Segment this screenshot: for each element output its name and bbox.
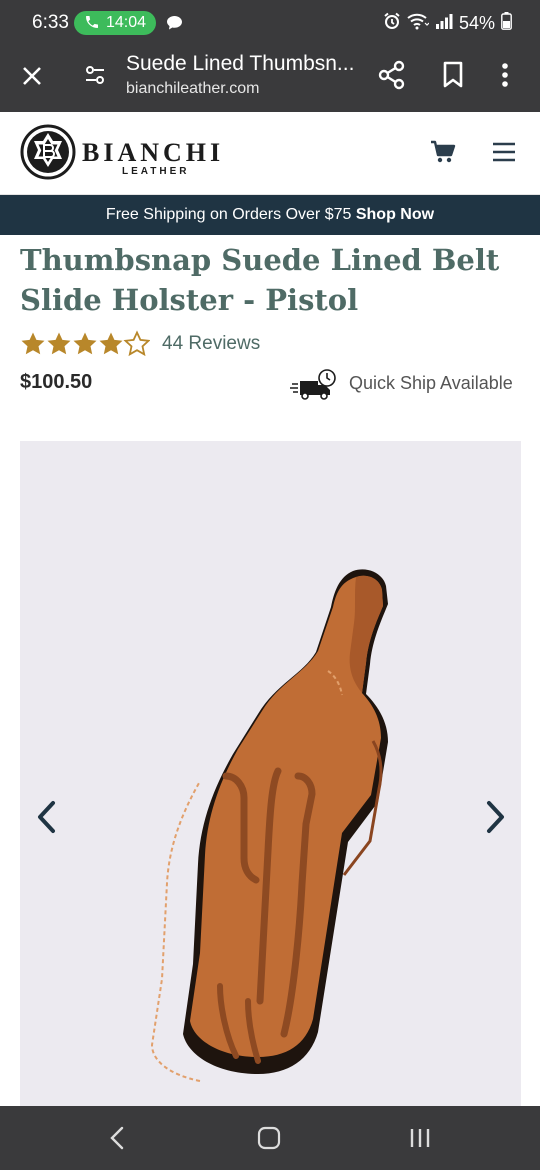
recent-apps-icon[interactable] — [408, 1128, 432, 1153]
star-icon — [21, 332, 45, 355]
quick-ship-truck-icon — [290, 368, 340, 407]
product-title: Thumbsnap Suede Lined Belt Slide Holster… — [20, 243, 500, 317]
holster-photo — [128, 561, 418, 1106]
status-bar: 6:33 14:04 54% — [0, 0, 540, 44]
signal-icon — [435, 13, 453, 34]
star-rating[interactable] — [20, 330, 150, 358]
star-icon — [73, 332, 97, 355]
product-price: $100.50 — [20, 371, 93, 393]
logo-mark-icon[interactable] — [20, 124, 76, 185]
share-icon[interactable] — [378, 60, 406, 95]
call-indicator[interactable]: 14:04 — [74, 11, 156, 35]
half-star-outline-icon — [124, 331, 150, 356]
promo-text: Free Shipping on Orders Over $75 — [105, 206, 352, 223]
close-icon[interactable] — [20, 64, 44, 93]
product-gallery[interactable] — [20, 441, 521, 1106]
browser-page-title[interactable]: Suede Lined Thumbsn... — [126, 52, 354, 76]
brand-name[interactable]: BIANCHI — [82, 138, 224, 168]
browser-domain[interactable]: bianchileather.com — [126, 80, 259, 98]
battery-icon — [501, 11, 512, 35]
call-duration: 14:04 — [106, 14, 147, 31]
phone-icon — [84, 14, 100, 35]
site-header: BIANCHI LEATHER — [0, 112, 540, 195]
home-icon[interactable] — [256, 1126, 282, 1155]
chat-bubble-icon — [166, 15, 183, 36]
reviews-link[interactable]: 44 Reviews — [162, 333, 260, 355]
promo-banner: Free Shipping on Orders Over $75 Shop No… — [0, 195, 540, 235]
wifi-icon — [407, 12, 430, 35]
menu-icon[interactable] — [492, 142, 516, 167]
shop-now-link[interactable]: Shop Now — [356, 206, 434, 223]
system-navigation-bar — [0, 1106, 540, 1170]
back-icon[interactable] — [108, 1126, 128, 1155]
quick-ship-label: Quick Ship Available — [349, 373, 513, 393]
chevron-right-icon[interactable] — [482, 799, 508, 840]
more-icon[interactable] — [500, 61, 510, 94]
status-time: 6:33 — [32, 12, 69, 33]
star-icon — [47, 332, 71, 355]
browser-toolbar: Suede Lined Thumbsn... bianchileather.co… — [0, 44, 540, 112]
battery-text: 54% — [458, 12, 495, 33]
site-settings-icon[interactable] — [84, 64, 106, 91]
status-right: 54% — [383, 10, 512, 36]
brand-subtitle: LEATHER — [122, 166, 190, 177]
cart-icon[interactable] — [430, 140, 456, 169]
alarm-icon — [383, 12, 401, 35]
star-icon — [99, 332, 123, 355]
chevron-left-icon[interactable] — [34, 799, 60, 840]
bookmark-icon[interactable] — [442, 61, 464, 94]
